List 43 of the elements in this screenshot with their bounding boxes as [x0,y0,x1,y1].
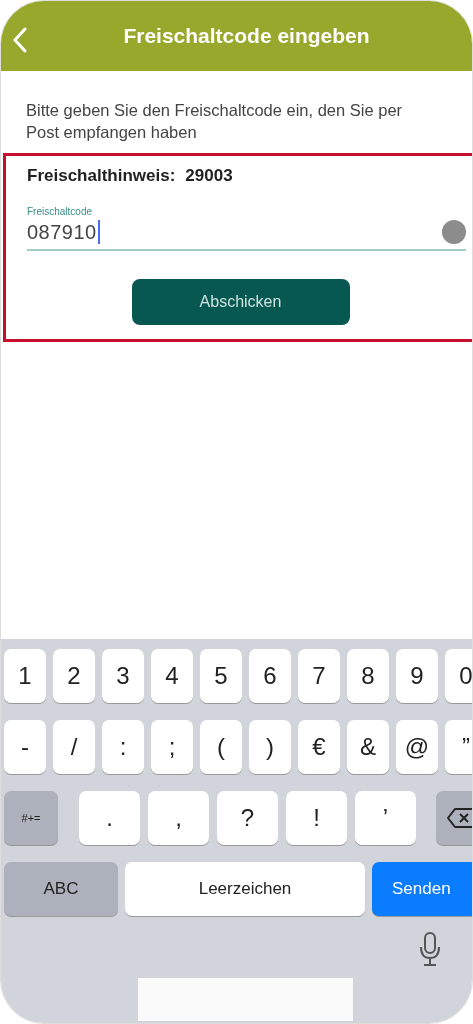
keyboard-key[interactable]: 9 [396,649,438,703]
keyboard-key[interactable]: 1 [4,649,46,703]
keyboard-key[interactable]: & [347,720,389,774]
keyboard-key[interactable]: 2 [53,649,95,703]
backspace-icon [446,807,472,829]
keyboard-key[interactable]: ; [151,720,193,774]
symbols-key[interactable]: #+= [4,791,58,845]
keyboard-key[interactable]: ( [200,720,242,774]
send-key[interactable]: Senden [372,862,472,916]
microphone-icon[interactable] [420,932,440,966]
keyboard-key[interactable]: 6 [249,649,291,703]
keyboard-key[interactable]: 8 [347,649,389,703]
submit-button[interactable]: Abschicken [131,279,350,325]
screen-title: Freischaltcode eingeben [123,24,370,48]
keyboard-key[interactable]: 5 [200,649,242,703]
keyboard-key[interactable]: ? [217,791,278,845]
keyboard-key[interactable]: 7 [298,649,340,703]
keyboard-key[interactable]: 0 [445,649,472,703]
keyboard-key[interactable]: 4 [151,649,193,703]
text-cursor [97,220,100,244]
keyboard-key[interactable]: ” [445,720,472,774]
keyboard-key[interactable]: 3 [102,649,144,703]
clear-icon[interactable] [442,220,466,244]
keyboard-key[interactable]: @ [396,720,438,774]
keyboard-key[interactable]: : [102,720,144,774]
keyboard-key[interactable]: / [53,720,95,774]
keyboard-key[interactable]: , [148,791,209,845]
code-field[interactable]: Freischaltcode 087910 [27,206,466,251]
keyboard-key[interactable]: - [4,720,46,774]
field-label: Freischaltcode [27,206,94,217]
hint-label: Freischalthinweis: [27,166,176,186]
field-value: 087910 [27,220,97,244]
keyboard-key[interactable]: . [79,791,140,845]
hint-value: 29003 [185,166,233,186]
keyboard-key[interactable]: ) [249,720,291,774]
keyboard-key[interactable]: ! [286,791,347,845]
delete-key[interactable] [436,791,472,845]
abc-key[interactable]: ABC [4,862,118,916]
keyboard-key[interactable]: ’ [355,791,416,845]
back-icon[interactable] [13,27,27,53]
intro-text: Bitte geben Sie den Freischaltcode ein, den Sie per Post empfangen haben [26,100,404,143]
space-key[interactable]: Leerzeichen [125,862,365,916]
keyboard-key[interactable]: € [298,720,340,774]
